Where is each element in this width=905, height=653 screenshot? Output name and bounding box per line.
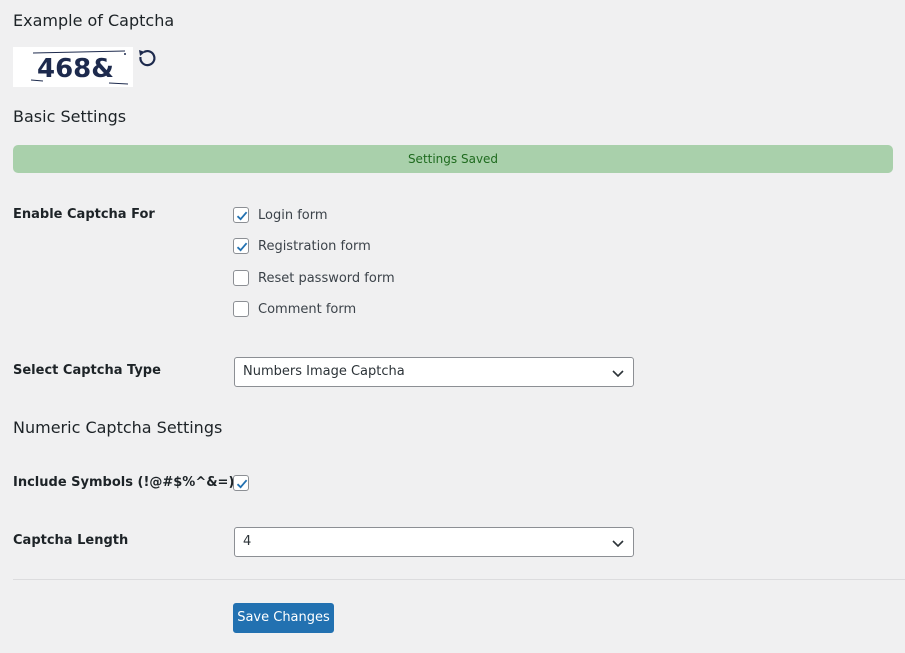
option-include-symbols: [233, 474, 249, 492]
comment-form-label: Comment form: [258, 301, 357, 317]
reset-password-form-checkbox[interactable]: [233, 270, 249, 286]
login-form-checkbox[interactable]: [233, 207, 249, 223]
basic-settings-heading: Basic Settings: [13, 107, 127, 126]
option-comment-form: Comment form: [233, 300, 356, 318]
section-divider: [13, 579, 905, 580]
captcha-length-label: Captcha Length: [13, 533, 129, 548]
comment-form-checkbox[interactable]: [233, 301, 249, 317]
registration-form-label: Registration form: [258, 238, 371, 254]
captcha-image: 468&: [13, 47, 133, 87]
save-changes-button[interactable]: Save Changes: [233, 603, 334, 633]
refresh-icon[interactable]: [136, 47, 158, 69]
chevron-down-icon: [612, 540, 624, 548]
settings-saved-notice: Settings Saved: [13, 145, 893, 173]
reset-password-form-label: Reset password form: [258, 270, 395, 286]
include-symbols-label: Include Symbols (!@#$%^&=): [13, 475, 235, 490]
captcha-text: 468&: [37, 54, 114, 84]
option-login-form: Login form: [233, 206, 328, 224]
captcha-settings-page: Example of Captcha 468& Basic Settings S…: [0, 0, 905, 653]
login-form-label: Login form: [258, 207, 328, 223]
example-captcha-heading: Example of Captcha: [13, 11, 175, 30]
registration-form-checkbox[interactable]: [233, 238, 249, 254]
captcha-length-selected-value: 4: [243, 534, 252, 549]
include-symbols-checkbox[interactable]: [233, 475, 249, 491]
option-registration-form: Registration form: [233, 237, 371, 255]
option-reset-password-form: Reset password form: [233, 269, 395, 287]
captcha-type-selected-value: Numbers Image Captcha: [243, 364, 405, 379]
numeric-settings-heading: Numeric Captcha Settings: [13, 418, 223, 437]
enable-captcha-label: Enable Captcha For: [13, 207, 155, 222]
captcha-type-label: Select Captcha Type: [13, 363, 161, 378]
captcha-type-select[interactable]: Numbers Image Captcha: [234, 357, 634, 387]
chevron-down-icon: [612, 370, 624, 378]
captcha-length-select[interactable]: 4: [234, 527, 634, 557]
